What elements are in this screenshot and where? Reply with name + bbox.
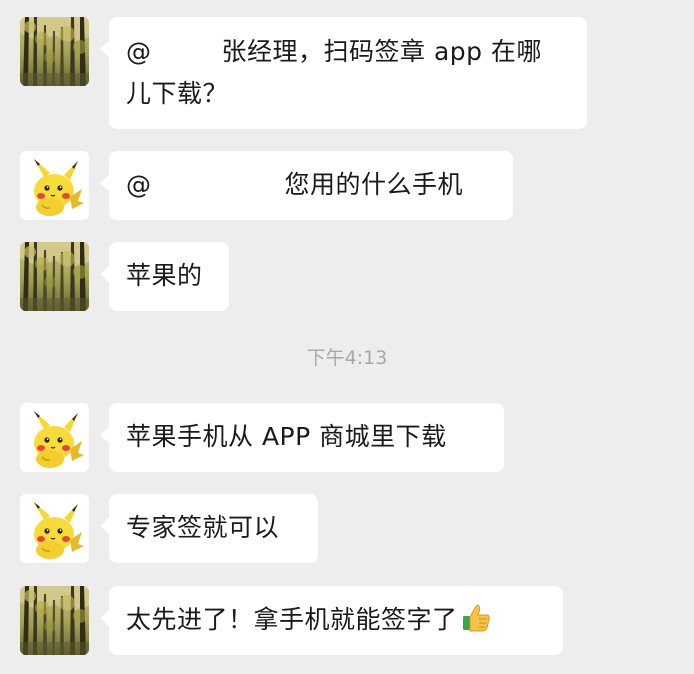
thumbs-up-emoji-icon <box>460 602 492 647</box>
message-bubble[interactable]: @ 张经理，扫码签章 app 在哪 儿下载？ <box>100 17 587 129</box>
chat-message-list[interactable]: @ 张经理，扫码签章 app 在哪 儿下载？ @ 您用的什么手机 苹果的 下午4:1… <box>0 0 694 674</box>
message-bubble[interactable]: 苹果的 <box>100 242 229 311</box>
message-text: 专家签就可以 <box>126 513 280 542</box>
redacted-name <box>151 171 285 201</box>
forest-avatar[interactable] <box>20 586 89 655</box>
message-bubble[interactable]: @ 您用的什么手机 <box>100 151 513 220</box>
forest-avatar[interactable] <box>20 17 89 86</box>
message-text: 苹果手机从 APP 商城里下载 <box>126 422 447 451</box>
message-text: 苹果的 <box>126 261 203 290</box>
mention-tag[interactable]: @ <box>126 164 152 206</box>
redacted-name <box>151 38 222 68</box>
message-bubble[interactable]: 太先进了！拿手机就能签字了 <box>100 586 563 655</box>
message-text: 您用的什么手机 <box>284 170 464 199</box>
mention-tag[interactable]: @ <box>126 31 152 73</box>
pikachu-avatar[interactable] <box>20 403 89 472</box>
message-text-line: @ 张经理，扫码签章 app 在哪 <box>126 31 571 73</box>
timestamp-divider: 下午4:13 <box>306 347 388 369</box>
message-text-line: 儿下载？ <box>126 79 229 108</box>
message-text: 太先进了！拿手机就能签字了 <box>126 605 458 634</box>
forest-avatar[interactable] <box>20 242 89 311</box>
pikachu-avatar[interactable] <box>20 494 89 563</box>
message-text: 张经理，扫码签章 app 在哪 <box>221 37 542 66</box>
message-bubble[interactable]: 专家签就可以 <box>100 494 318 563</box>
message-bubble[interactable]: 苹果手机从 APP 商城里下载 <box>100 403 504 472</box>
pikachu-avatar[interactable] <box>20 151 89 220</box>
